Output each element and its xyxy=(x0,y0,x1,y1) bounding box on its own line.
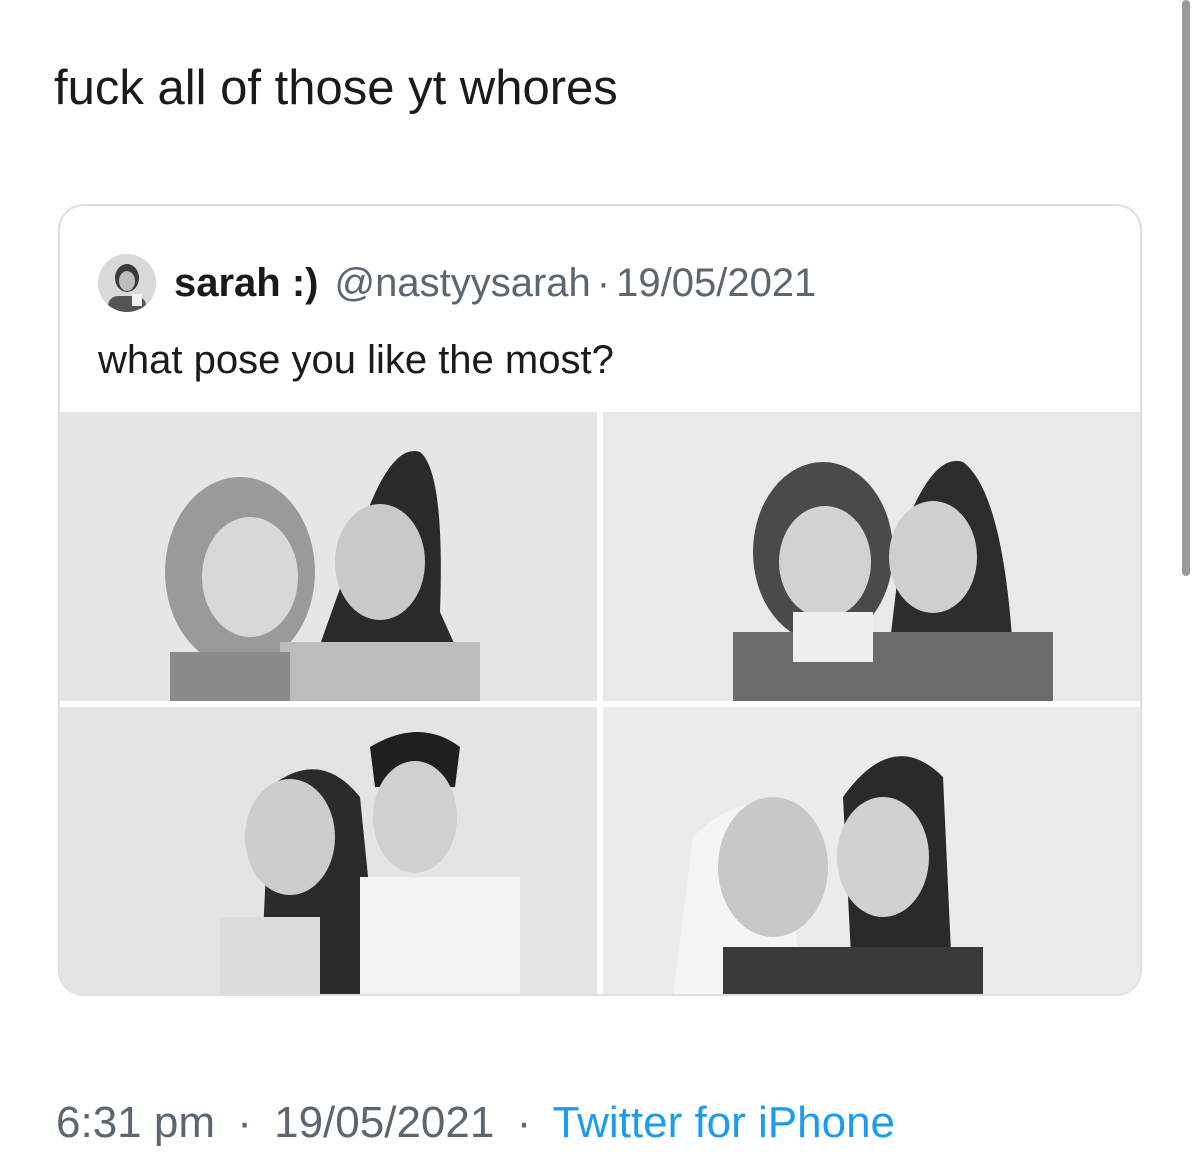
tweet-meta: 6:31 pm · 19/05/2021 · Twitter for iPhon… xyxy=(56,1098,895,1148)
photo-booth-image xyxy=(60,412,597,701)
separator-dot: · xyxy=(516,1098,532,1147)
quoted-tweet-card[interactable]: sarah :) @nastyysarah · 19/05/2021 what … xyxy=(58,204,1142,996)
tweet-text: fuck all of those yt whores xyxy=(54,61,618,115)
photo-4[interactable] xyxy=(603,707,1140,994)
user-handle[interactable]: @nastyysarah xyxy=(335,261,591,306)
quoted-tweet-text: what pose you like the most? xyxy=(98,338,614,382)
scrollbar[interactable] xyxy=(1182,0,1190,576)
photo-booth-image xyxy=(60,707,597,994)
avatar-image xyxy=(98,254,156,312)
photo-3[interactable] xyxy=(60,707,597,994)
tweet-source-link[interactable]: Twitter for iPhone xyxy=(553,1098,895,1147)
quoted-tweet-date[interactable]: 19/05/2021 xyxy=(616,261,816,306)
photo-1[interactable] xyxy=(60,412,597,701)
media-grid xyxy=(60,412,1140,994)
quoted-tweet-header: sarah :) @nastyysarah · 19/05/2021 xyxy=(98,254,816,312)
photo-booth-image xyxy=(603,707,1140,994)
display-name[interactable]: sarah :) xyxy=(174,261,319,306)
photo-2[interactable] xyxy=(603,412,1140,701)
tweet-time[interactable]: 6:31 pm xyxy=(56,1098,215,1147)
photo-booth-image xyxy=(603,412,1140,701)
separator-dot: · xyxy=(596,260,611,305)
separator-dot: · xyxy=(237,1098,252,1147)
avatar[interactable] xyxy=(98,254,156,312)
tweet-date[interactable]: 19/05/2021 xyxy=(274,1098,494,1147)
